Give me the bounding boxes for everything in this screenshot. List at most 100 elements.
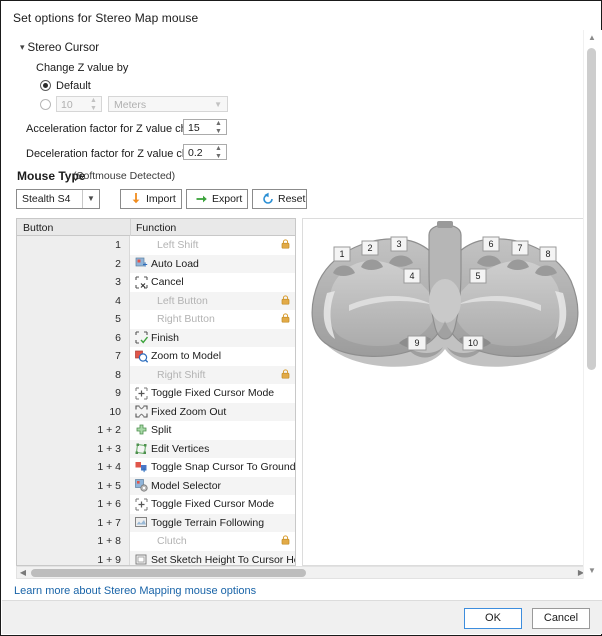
cell-function[interactable]: Left Button	[130, 291, 295, 310]
table-row[interactable]: 5 Right Button	[17, 310, 295, 329]
lock-icon	[281, 239, 290, 252]
cell-button: 1 + 3	[17, 439, 130, 458]
cell-function[interactable]: Right Button	[130, 310, 295, 329]
device-select[interactable]: Stealth S4 ▼	[16, 189, 100, 209]
callout-6: 6	[482, 236, 500, 252]
stepper-arrows-icon[interactable]: ▲ ▼	[214, 145, 223, 161]
cell-function[interactable]: Edit Vertices	[130, 439, 295, 458]
change-z-label: Change Z value by	[36, 62, 129, 74]
cell-function[interactable]: Finish	[130, 328, 295, 347]
scroll-down-icon[interactable]: ▼	[584, 563, 600, 579]
hscroll-thumb[interactable]	[31, 569, 306, 577]
cell-function[interactable]: Clutch	[130, 532, 295, 551]
cell-function[interactable]: Toggle Snap Cursor To Ground	[130, 458, 295, 477]
cell-function[interactable]: Left Shift	[130, 236, 295, 255]
table-row[interactable]: 1 Left Shift	[17, 236, 295, 255]
cell-function[interactable]: Set Sketch Height To Cursor Height	[130, 550, 295, 565]
table-row[interactable]: 1 + 8 Clutch	[17, 532, 295, 551]
function-label: Toggle Fixed Cursor Mode	[151, 387, 275, 399]
table-row[interactable]: 2 Auto Load	[17, 254, 295, 273]
vertical-scrollbar[interactable]: ▲ ▼	[583, 30, 600, 579]
custom-z-value: 10	[61, 99, 73, 111]
svg-text:8: 8	[545, 249, 550, 259]
table-row[interactable]: 7 Zoom to Model	[17, 347, 295, 366]
table-row[interactable]: 9 Toggle Fixed Cursor Mode	[17, 384, 295, 403]
function-label: Toggle Terrain Following	[151, 516, 265, 529]
vscroll-thumb[interactable]	[587, 48, 596, 370]
function-label: Left Button	[157, 294, 208, 307]
svg-text:7: 7	[517, 243, 522, 253]
unit-select[interactable]: Meters ▼	[108, 96, 228, 112]
cell-button: 7	[17, 347, 130, 366]
callout-8: 8	[539, 246, 557, 262]
table-row[interactable]: 1 + 6 Toggle Fixed Cursor Mode	[17, 495, 295, 514]
cell-function[interactable]: Split	[130, 421, 295, 440]
callout-4: 4	[403, 268, 421, 284]
table-row[interactable]: 1 + 2 Split	[17, 421, 295, 440]
table-row[interactable]: 1 + 7 Toggle Terrain Following	[17, 513, 295, 532]
table-row[interactable]: 1 + 4 Toggle Snap Cursor To Ground	[17, 458, 295, 477]
table-row[interactable]: 10 Fixed Zoom Out	[17, 402, 295, 421]
cell-function[interactable]: Cancel	[130, 273, 295, 292]
cell-button: 6	[17, 328, 130, 347]
chevron-down-icon[interactable]: ▼	[82, 190, 99, 208]
chevron-down-icon: ▼	[214, 100, 222, 109]
deceleration-stepper[interactable]: 0.2 ▲ ▼	[183, 144, 227, 160]
dialog-footer: OK Cancel	[2, 600, 602, 634]
page-title: Set options for Stereo Map mouse	[13, 11, 199, 25]
table-row[interactable]: 6 Finish	[17, 328, 295, 347]
cancel-button[interactable]: Cancel	[532, 608, 590, 629]
reset-button[interactable]: Reset	[252, 189, 307, 209]
cell-button: 2	[17, 254, 130, 273]
cell-function[interactable]: Zoom to Model	[130, 347, 295, 366]
cell-function[interactable]: Toggle Terrain Following	[130, 513, 295, 532]
fixed-zoom-out-icon	[135, 405, 148, 418]
scroll-up-icon[interactable]: ▲	[584, 30, 600, 46]
export-arrow-icon	[195, 192, 209, 206]
terrain-following-icon	[135, 516, 148, 529]
callout-7: 7	[511, 240, 529, 256]
table-row[interactable]: 8 Right Shift	[17, 365, 295, 384]
import-button[interactable]: Import	[120, 189, 182, 209]
scroll-left-icon[interactable]: ◀	[17, 568, 29, 578]
cell-function[interactable]: Fixed Zoom Out	[130, 402, 295, 421]
table-row[interactable]: 4 Left Button	[17, 291, 295, 310]
radio-custom[interactable]	[40, 99, 51, 110]
lock-icon	[281, 294, 290, 308]
cell-button: 4	[17, 291, 130, 310]
acceleration-stepper[interactable]: 15 ▲ ▼	[183, 119, 227, 135]
chevron-down-icon: ▾	[20, 42, 25, 52]
fixed-cursor-icon	[135, 498, 148, 511]
function-label: Edit Vertices	[151, 442, 210, 455]
svg-text:10: 10	[468, 338, 478, 348]
horizontal-scrollbar[interactable]: ◀ ▶	[16, 566, 588, 579]
table-row[interactable]: 1 + 9 Set Sketch Height To Cursor Height	[17, 550, 295, 565]
cell-button: 8	[17, 365, 130, 384]
callout-9: 9	[407, 335, 427, 351]
cell-function[interactable]: Toggle Fixed Cursor Mode	[130, 384, 295, 403]
cell-button: 3	[17, 273, 130, 292]
cell-function[interactable]: Model Selector	[130, 476, 295, 495]
svg-text:5: 5	[475, 271, 480, 281]
callout-1: 1	[333, 246, 351, 262]
snap-ground-icon	[135, 461, 148, 474]
table-row[interactable]: 1 + 3 Edit Vertices	[17, 439, 295, 458]
cell-function[interactable]: Auto Load	[130, 254, 295, 273]
stepper-arrows-icon[interactable]: ▲ ▼	[89, 97, 98, 113]
cell-button: 1 + 5	[17, 476, 130, 495]
custom-z-stepper[interactable]: 10 ▲ ▼	[56, 96, 102, 112]
export-button[interactable]: Export	[186, 189, 248, 209]
cell-function[interactable]: Toggle Fixed Cursor Mode	[130, 495, 295, 514]
table-row[interactable]: 1 + 5 Model Selector	[17, 476, 295, 495]
table-row[interactable]: 3 Cancel	[17, 273, 295, 292]
softmouse-illustration: 1 2 3 4 5 6 7 8 9 10	[311, 221, 579, 367]
cell-button: 1 + 9	[17, 550, 130, 565]
section-header-stereo-cursor[interactable]: ▾ Stereo Cursor	[20, 42, 99, 54]
radio-default[interactable]	[40, 80, 51, 91]
learn-more-link[interactable]: Learn more about Stereo Mapping mouse op…	[14, 585, 256, 597]
callout-5: 5	[469, 268, 487, 284]
reset-circular-arrow-icon	[261, 192, 275, 206]
ok-button[interactable]: OK	[464, 608, 522, 629]
cell-function[interactable]: Right Shift	[130, 365, 295, 384]
stepper-arrows-icon[interactable]: ▲ ▼	[214, 120, 223, 136]
